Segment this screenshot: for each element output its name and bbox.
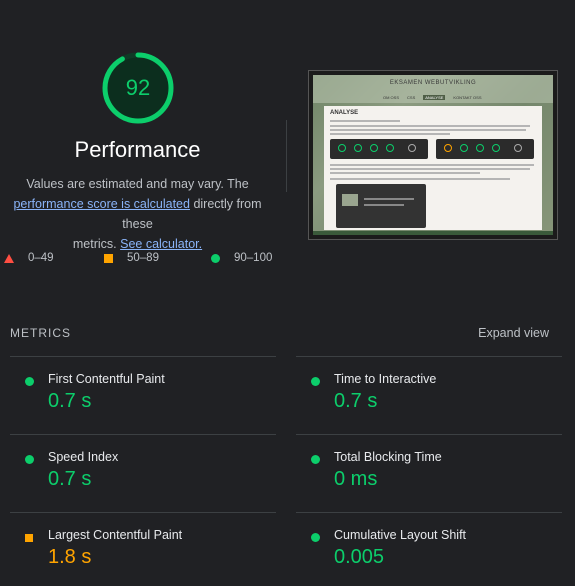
metric-name: Speed Index [48,450,119,464]
pass-circle-icon [311,533,320,542]
metric-value: 0.7 s [48,468,92,490]
performance-score-link[interactable]: performance score is calculated [13,197,189,211]
legend-label: 90–100 [234,252,273,264]
screenshot-page: ANALYSE [324,106,542,230]
metrics-header: METRICS [10,326,71,340]
screenshot-taskbar [313,231,553,235]
screenshot-scores-panel [436,139,534,159]
metrics-divider [296,434,562,435]
screenshot-scores-panel [330,139,428,159]
metric-value: 1.8 s [48,546,92,568]
screenshot-nav-item: KONTAKT OSS [453,95,482,100]
average-square-icon [25,534,33,542]
metric-value: 0.7 s [48,390,92,412]
legend-label: 50–89 [127,252,159,264]
legend-fail: 0–49 [4,252,54,264]
metrics-divider [10,356,276,357]
pass-circle-icon [211,253,220,263]
description-text-tail: metrics. [72,237,121,251]
screenshot-text-line [330,164,534,166]
screenshot-header: EKSAMEN WEBUTVIKLING OM OSS CSS ANALYSE … [313,75,553,103]
page-screenshot[interactable]: EKSAMEN WEBUTVIKLING OM OSS CSS ANALYSE … [308,70,558,240]
screenshot-mini-gauge [354,144,362,152]
pass-circle-icon [25,455,34,464]
legend-average: 50–89 [104,252,159,264]
screenshot-mini-gauge [514,144,522,152]
metric-value: 0.7 s [334,390,378,412]
metric-name: Cumulative Layout Shift [334,528,467,542]
screenshot-text-line [330,168,530,170]
metric-value: 0 ms [334,468,378,490]
description-text: Values are estimated and may vary. The [26,177,249,191]
screenshot-mini-gauge [386,144,394,152]
screenshot-mini-gauge [408,144,416,152]
screenshot-text-line [330,129,526,131]
fail-triangle-icon [4,253,14,263]
vertical-divider [286,120,287,192]
expand-view-toggle[interactable]: Expand view [478,326,549,340]
average-square-icon [104,253,113,263]
screenshot-text-line [330,133,450,135]
screenshot-nav-item: CSS [407,95,416,100]
screenshot-site-title: EKSAMEN WEBUTVIKLING [389,80,477,86]
see-calculator-link[interactable]: See calculator. [120,237,202,251]
screenshot-nav-item-active: ANALYSE [423,95,446,100]
screenshot-heading: ANALYSE [330,110,359,116]
pass-circle-icon [311,455,320,464]
screenshot-nav-item: OM OSS [383,95,400,100]
pass-circle-icon [311,377,320,386]
metric-name: Total Blocking Time [334,450,442,464]
metrics-divider [10,434,276,435]
screenshot-mini-gauge [444,144,452,152]
legend-pass: 90–100 [211,252,272,264]
score-description: Values are estimated and may vary. The p… [0,174,275,254]
legend-label: 0–49 [28,252,54,264]
metrics-divider [10,512,276,513]
screenshot-text-line [330,178,510,180]
screenshot-text-line [330,172,480,174]
metric-name: First Contentful Paint [48,372,165,386]
screenshot-mini-gauge [370,144,378,152]
category-title: Performance [74,137,201,162]
screenshot-mini-gauge [338,144,346,152]
metrics-divider [296,356,562,357]
screenshot-mini-gauge [476,144,484,152]
metric-value: 0.005 [334,546,385,568]
screenshot-text-line [330,125,530,127]
metric-name: Largest Contentful Paint [48,528,183,542]
screenshot-mini-gauge [460,144,468,152]
pass-circle-icon [25,377,34,386]
screenshot-devtools-panel [336,184,426,228]
metric-name: Time to Interactive [334,372,437,386]
metrics-divider [296,512,562,513]
score-value: 92 [125,75,151,100]
screenshot-nav: OM OSS CSS ANALYSE KONTAKT OSS [383,95,482,100]
screenshot-mini-gauge [492,144,500,152]
screenshot-text-line [330,120,400,122]
